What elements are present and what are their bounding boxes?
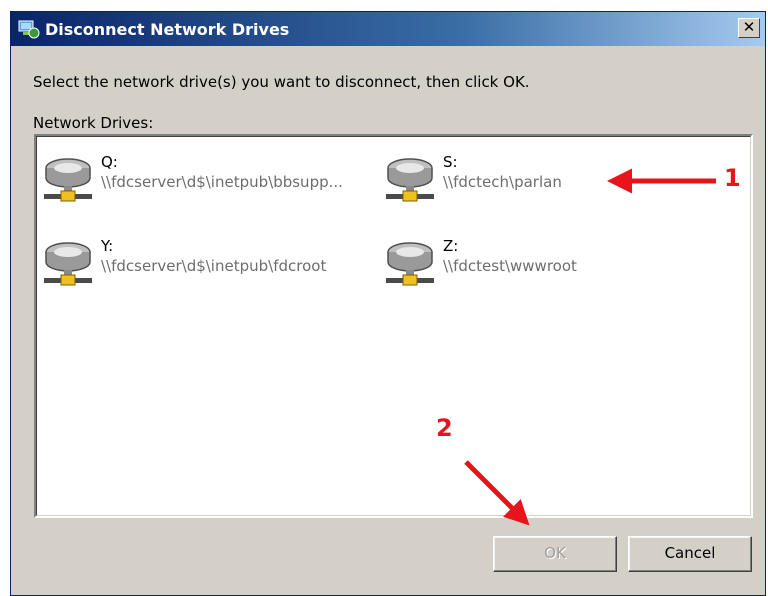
- annotation-label-1: 1: [724, 164, 741, 192]
- annotation-overlay: [464, 168, 716, 526]
- annotation-arrow-2: [464, 460, 530, 526]
- annotation-label-2: 2: [436, 414, 453, 442]
